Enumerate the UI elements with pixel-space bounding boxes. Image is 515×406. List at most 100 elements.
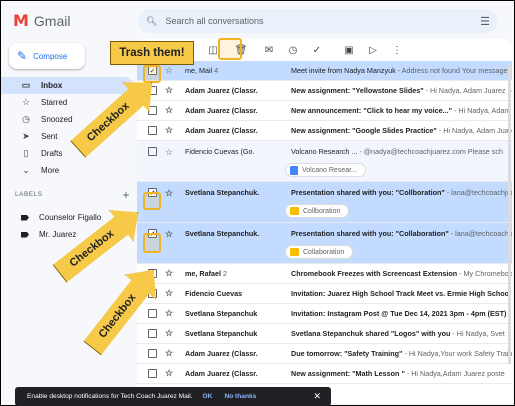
attachment-name: Collboration (303, 207, 341, 215)
sidebar-item-drafts[interactable]: ▯ Drafts (1, 145, 133, 162)
attachment-chip[interactable]: Collboration (285, 204, 350, 218)
search-options-icon[interactable]: ☰ (480, 15, 490, 28)
star-icon[interactable]: ☆ (165, 125, 177, 136)
scrollbar[interactable] (508, 64, 511, 364)
snooze-icon[interactable]: ◷ (281, 45, 305, 56)
email-subject: New assignment: "Yellowstone Slides" (291, 86, 424, 95)
email-row[interactable]: ☆ Svetlana Stepanchuk Svetlana Stepanchuk … (137, 324, 512, 344)
email-list: ✓ ☆ me, Mail 4 Meet invite from Nadya Manzyu… (137, 61, 512, 384)
star-icon[interactable]: ☆ (165, 105, 177, 116)
email-content: Presentation shared with you: "Collabora… (291, 229, 512, 238)
clock-icon: ◷ (22, 114, 30, 124)
star-icon[interactable]: ☆ (165, 308, 177, 319)
label-icon[interactable]: ▷ (361, 45, 385, 56)
mark-unread-icon[interactable]: ✉︎ (257, 45, 281, 56)
email-row[interactable]: ☆ Adam Juarez (Classr. New assignment: "Ye… (137, 81, 512, 101)
snackbar-no-thanks-button[interactable]: No thanks (224, 393, 256, 400)
email-row[interactable]: ✓ ☆ Svetlana Stepanchuk. Presentation share… (137, 223, 512, 264)
gmail-m-icon: M (13, 11, 29, 30)
sender-name: Svetlana Stepanchuk (185, 329, 258, 338)
checkbox-highlight-3 (143, 233, 161, 253)
email-row[interactable]: ☆ me, Rafael 2 Chromebook Freezes with Scre… (137, 264, 512, 284)
sender-name: me, Mail (185, 66, 213, 75)
email-row[interactable]: ☆ Adam Juarez (Classr. New assignment: "Ma… (137, 364, 512, 384)
attachment-chip[interactable]: Volcano Resear... (285, 163, 366, 177)
add-label-icon[interactable]: + (122, 189, 130, 201)
email-snippet: - Address not found Your message (395, 66, 508, 75)
email-checkbox[interactable] (148, 329, 157, 338)
email-row[interactable]: ☆ Fidencio Cuevas Invitation: Juarez High … (137, 284, 512, 304)
labels-heading: LABELS + (15, 189, 130, 201)
snackbar-message: Enable desktop notifications for Tech Co… (27, 393, 193, 400)
star-icon[interactable]: ☆ (165, 268, 177, 279)
notification-snackbar: Enable desktop notifications for Tech Co… (15, 387, 331, 406)
star-icon[interactable]: ☆ (165, 368, 177, 379)
email-row[interactable]: ✓ ☆ Svetlana Stepanchuk. Presentation share… (137, 182, 512, 223)
email-row[interactable]: ☆ Adam Juarez (Classr. New assignment: "Go… (137, 121, 512, 141)
add-task-icon[interactable]: ✓ (305, 45, 329, 56)
star-icon[interactable]: ☆ (165, 85, 177, 96)
email-row[interactable]: ☆ Svetlana Stepanchuk Invitation: Instagra… (137, 304, 512, 324)
star-icon[interactable]: ☆ (165, 229, 177, 240)
checkbox-highlight-1 (143, 65, 161, 83)
email-snippet: - Hi Nadya, Svet (450, 329, 505, 338)
email-sender: me, Rafael 2 (185, 269, 291, 278)
email-checkbox[interactable] (148, 147, 157, 156)
email-sender: Adam Juarez (Classr. (185, 126, 291, 135)
close-icon[interactable]: ✕ (313, 391, 321, 402)
email-content: Presentation shared with you: "Collborat… (291, 188, 512, 197)
sidebar-item-inbox[interactable]: ▭ Inbox (1, 77, 133, 94)
star-icon[interactable]: ☆ (165, 328, 177, 339)
sidebar-item-label: Sent (41, 132, 58, 141)
sidebar-item-label: Inbox (41, 81, 63, 90)
email-sender: me, Mail 4 (185, 66, 291, 75)
sender-name: Svetlana Stepanchuk. (185, 229, 260, 238)
sidebar-item-more[interactable]: ⌄ More (1, 162, 133, 179)
star-icon[interactable]: ☆ (165, 288, 177, 299)
email-content: Chromebook Freezes with Screencast Exten… (291, 269, 512, 278)
snackbar-ok-button[interactable]: OK (203, 393, 213, 400)
star-icon: ☆ (21, 97, 31, 107)
email-checkbox[interactable] (148, 126, 157, 135)
star-icon[interactable]: ☆ (165, 147, 177, 158)
label-list: Counselor Figallo Mr. Juarez (1, 209, 101, 243)
search-input[interactable]: Search all conversations (165, 16, 263, 26)
email-row[interactable]: ☆ Adam Juarez (Classr. New announcement: "… (137, 101, 512, 121)
labels-title: LABELS (15, 191, 43, 198)
sender-name: Fidencio Cuevas (Go. (185, 147, 255, 156)
compose-button[interactable]: ✎ Compose (9, 43, 85, 69)
more-options-icon[interactable]: ⋮ (385, 45, 409, 56)
email-content: New announcement: "Click to hear my voic… (291, 106, 512, 115)
sender-name: Adam Juarez (Classr. (185, 106, 258, 115)
label-item[interactable]: Counselor Figallo (1, 209, 101, 226)
compose-label: Compose (33, 51, 68, 61)
send-icon: ➤ (22, 131, 30, 141)
email-row[interactable]: ☆ Fidencio Cuevas (Go. Volcano Research ..… (137, 141, 512, 182)
sidebar-item-label: Starred (41, 98, 68, 107)
sender-name: Adam Juarez (Classr. (185, 369, 258, 378)
email-row[interactable]: ☆ Adam Juarez (Classr. Due tomorrow: "Safe… (137, 344, 512, 364)
search-icon[interactable]: 🔍︎ (146, 16, 157, 27)
email-sender: Svetlana Stepanchuk. (185, 188, 291, 197)
move-to-icon[interactable]: ▣ (337, 45, 361, 56)
sender-name: Adam Juarez (Classr. (185, 86, 258, 95)
email-sender: Svetlana Stepanchuk (185, 329, 291, 338)
star-icon[interactable]: ☆ (165, 188, 177, 199)
email-snippet: - Hi Nadya,Your work Safety Traini (402, 349, 512, 358)
sidebar-item-label: Drafts (41, 149, 63, 158)
attachment-chip[interactable]: Collaboration (285, 245, 354, 259)
email-content: Invitation: Juarez High School Track Mee… (291, 289, 512, 298)
email-sender: Adam Juarez (Classr. (185, 349, 291, 358)
trash-highlight (218, 38, 242, 60)
google-slides-icon (290, 248, 299, 256)
search-bar[interactable]: 🔍︎ Search all conversations ☰ (138, 9, 498, 33)
gmail-logo[interactable]: M Gmail (13, 11, 70, 30)
email-checkbox[interactable] (148, 369, 157, 378)
star-icon[interactable]: ☆ (165, 65, 177, 76)
star-icon[interactable]: ☆ (165, 348, 177, 359)
email-checkbox[interactable] (148, 309, 157, 318)
email-subject: Chromebook Freezes with Screencast Exten… (291, 269, 458, 278)
email-sender: Adam Juarez (Classr. (185, 86, 291, 95)
thread-count: 2 (222, 269, 227, 278)
email-checkbox[interactable] (148, 349, 157, 358)
